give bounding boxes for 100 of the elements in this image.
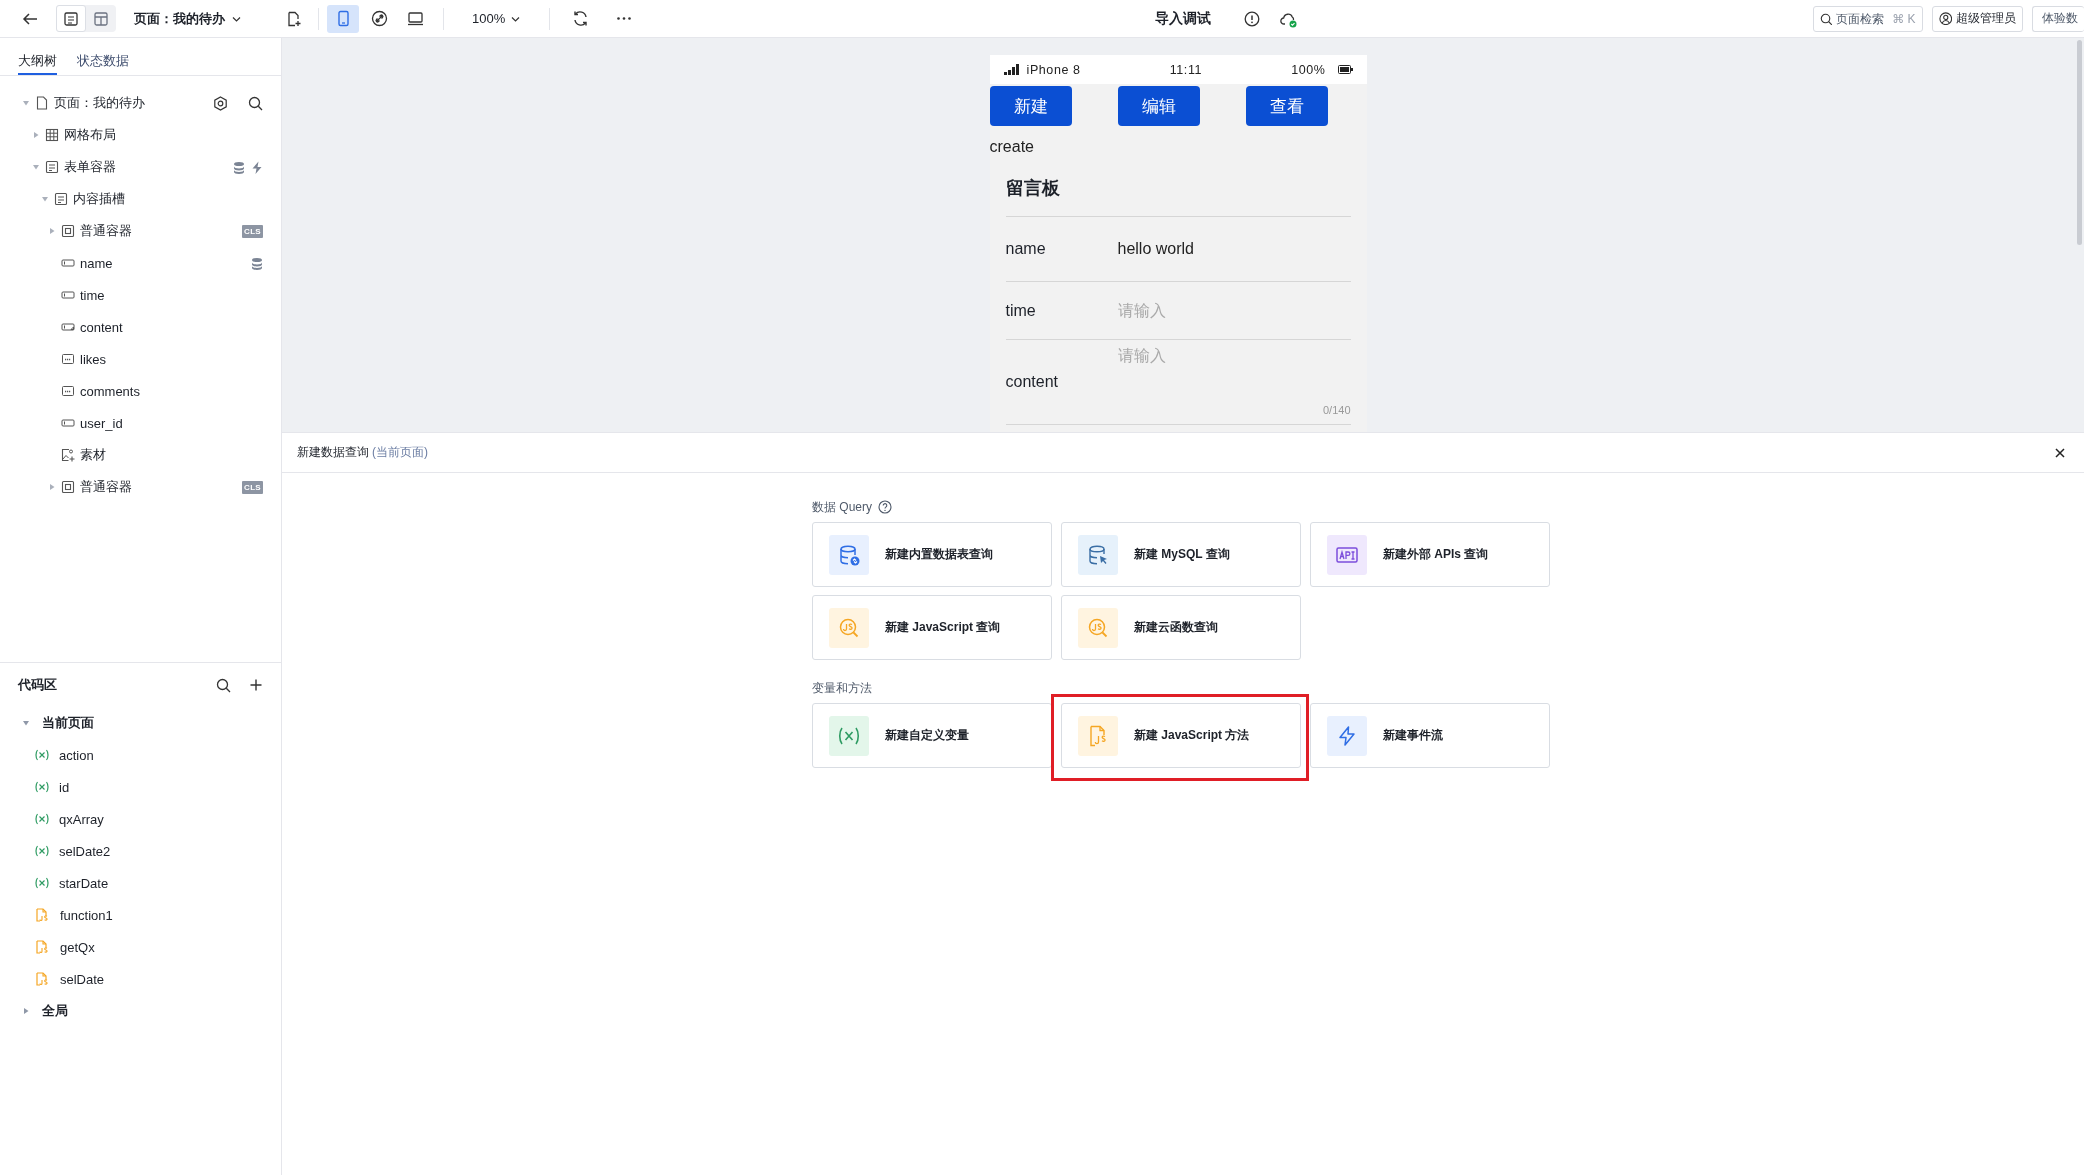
tree-item-label: time: [80, 287, 105, 303]
tree-item[interactable]: content: [0, 311, 281, 343]
view-mode-tab[interactable]: [56, 5, 86, 32]
caret-down-icon[interactable]: [22, 719, 30, 727]
tree-item[interactable]: 表单容器: [0, 151, 281, 183]
js-file-icon: [35, 940, 48, 954]
tree-item[interactable]: 素材: [0, 439, 281, 471]
user-button[interactable]: 超级管理员: [1931, 5, 2023, 32]
add-button[interactable]: [249, 678, 263, 692]
settings-icon: [213, 95, 228, 111]
create-card[interactable]: 新建云函数查询: [1061, 595, 1301, 660]
code-item-label: selDate: [60, 971, 105, 987]
input-field[interactable]: hello world: [1117, 240, 1318, 258]
caret-right-icon[interactable]: [22, 1007, 30, 1015]
create-card[interactable]: 新建事件流: [1310, 703, 1550, 768]
class-badge: CLS: [242, 480, 263, 494]
variable-icon: [34, 780, 50, 794]
variable-icon: [34, 812, 50, 826]
code-item[interactable]: id: [0, 771, 281, 803]
sidebar-tab[interactable]: 大纲树: [18, 38, 57, 75]
image-add-icon: [61, 448, 75, 462]
code-item[interactable]: qxArray: [0, 803, 281, 835]
tree-item-label: 表单容器: [64, 158, 116, 176]
file-plus-icon: [286, 10, 302, 27]
create-card[interactable]: 新建内置数据表查询: [812, 522, 1052, 587]
code-item[interactable]: selDate2: [0, 835, 281, 867]
textarea-icon: [61, 320, 75, 334]
code-item[interactable]: function1: [0, 899, 281, 931]
tree-item-label: likes: [80, 351, 106, 367]
database-icon: [233, 160, 245, 174]
code-item[interactable]: getQx: [0, 931, 281, 963]
search-icon: [1819, 12, 1833, 26]
create-card[interactable]: 新建 JavaScript 方法: [1061, 703, 1301, 768]
tree-item[interactable]: user_id: [0, 407, 281, 439]
code-item[interactable]: selDate: [0, 963, 281, 995]
code-item[interactable]: action: [0, 739, 281, 771]
scrollbar[interactable]: [2077, 40, 2082, 245]
variable-icon: [34, 844, 50, 858]
code-item-label: starDate: [59, 875, 109, 891]
code-item[interactable]: starDate: [0, 867, 281, 899]
info-icon: [1244, 11, 1260, 27]
input-icon: [61, 288, 75, 302]
shortcut-hint: ⌘ K: [1892, 11, 1916, 26]
create-card[interactable]: 新建 MySQL 查询: [1061, 522, 1301, 587]
container-icon: [61, 224, 75, 238]
settings-button[interactable]: [213, 95, 228, 111]
input-field[interactable]: 请输入: [1117, 301, 1318, 320]
zoom-selector[interactable]: 100%: [466, 10, 528, 27]
user-icon: [1938, 11, 1952, 26]
signal-icon: [1003, 64, 1020, 75]
section-title: 变量和方法: [812, 679, 872, 697]
variable-icon: [34, 876, 50, 890]
tree-item[interactable]: time: [0, 279, 281, 311]
field-label: content: [1005, 373, 1059, 391]
page-selector[interactable]: 页面：我的待办: [128, 8, 248, 29]
tree-item[interactable]: name: [0, 247, 281, 279]
lightning-icon: [251, 160, 263, 174]
search-button[interactable]: [248, 95, 263, 111]
tree-item[interactable]: 普通容器 CLS: [0, 471, 281, 503]
close-button[interactable]: [2054, 446, 2066, 459]
code-group-label: 当前页面: [42, 714, 94, 732]
section-title: 数据 Query: [812, 498, 872, 516]
text-area[interactable]: 请输入: [1117, 346, 1318, 386]
create-card[interactable]: 新建 JavaScript 查询: [812, 595, 1052, 660]
tree-item[interactable]: 页面：我的待办: [0, 87, 281, 119]
tree-item[interactable]: 普通容器 CLS: [0, 215, 281, 247]
tree-item[interactable]: comments: [0, 375, 281, 407]
js-file-icon: [35, 908, 48, 922]
panel-title: 新建数据查询: [297, 444, 369, 461]
tree-item[interactable]: 内容插槽: [0, 183, 281, 215]
create-card[interactable]: 新建外部 APIs 查询: [1310, 522, 1550, 587]
input-icon: [61, 256, 75, 270]
code-group[interactable]: 全局: [0, 995, 281, 1027]
action-button[interactable]: 查看: [1245, 86, 1328, 126]
layout-icon: [93, 10, 109, 27]
device-name: iPhone 8: [1026, 62, 1081, 77]
field-label: time: [1005, 301, 1037, 320]
create-card[interactable]: 新建自定义变量: [812, 703, 1052, 768]
tree-item[interactable]: likes: [0, 343, 281, 375]
form-icon: [45, 160, 59, 174]
tree-item[interactable]: 网格布局: [0, 119, 281, 151]
link-icon: [370, 10, 388, 27]
code-item-label: id: [59, 779, 70, 795]
tree-item-label: 素材: [80, 446, 106, 464]
number-field-icon: [61, 352, 75, 366]
tree-item-label: content: [80, 319, 123, 335]
tree-item-label: 普通容器: [80, 478, 132, 496]
trial-button[interactable]: 体验数: [2032, 5, 2084, 32]
plus-icon: [249, 678, 263, 692]
action-button[interactable]: 新建: [989, 86, 1072, 126]
file-icon: [35, 96, 49, 110]
sidebar-tab[interactable]: 状态数据: [77, 38, 129, 75]
action-button[interactable]: 编辑: [1117, 86, 1200, 126]
code-group[interactable]: 当前页面: [0, 707, 281, 739]
battery-level: 100%: [1291, 62, 1326, 77]
form-icon: [54, 192, 68, 206]
caption-text: create: [989, 138, 1035, 156]
search-button[interactable]: [216, 677, 231, 693]
field-label: name: [1005, 240, 1047, 258]
variable-icon: [34, 748, 50, 762]
